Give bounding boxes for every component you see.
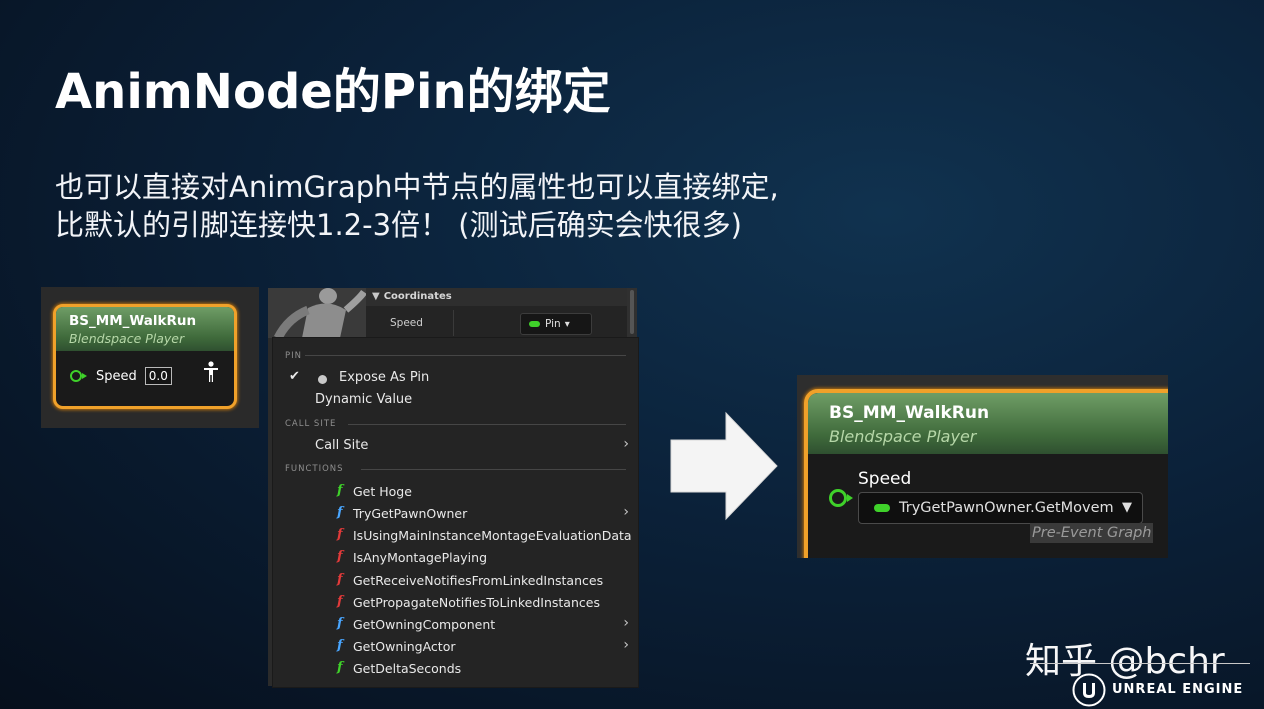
menu-item-call-site[interactable]: Call Site › — [273, 435, 638, 457]
subtitle-line-1: 也可以直接对AnimGraph中节点的属性也可以直接绑定, — [55, 170, 779, 204]
property-name: Speed — [390, 317, 423, 329]
menu-divider — [348, 424, 626, 425]
section-title: Coordinates — [383, 291, 452, 302]
chevron-down-icon: ▾ — [564, 319, 570, 330]
node-header: BS_MM_WalkRun Blendspace Player — [56, 307, 234, 351]
watermark-divider — [1030, 663, 1250, 664]
arrow-right-icon — [670, 411, 778, 521]
pin-circle-icon[interactable] — [829, 489, 847, 507]
menu-item-label: Expose As Pin — [339, 370, 430, 385]
function-label: Get Hoge — [353, 484, 412, 499]
person-icon[interactable] — [202, 361, 220, 383]
menu-item-dynamic-value[interactable]: Dynamic Value — [273, 389, 638, 411]
menu-divider — [361, 469, 626, 470]
node-subtitle: Blendspace Player — [829, 427, 977, 446]
slide-title: AnimNode的Pin的绑定 — [55, 64, 611, 120]
subtitle-line-2: 比默认的引脚连接快1.2-3倍！ (测试后确实会快很多) — [55, 208, 742, 242]
function-item-get-owning-actor[interactable]: f GetOwningActor › — [273, 636, 638, 658]
function-item-get-owning-component[interactable]: f GetOwningComponent › — [273, 614, 638, 636]
pin-label: Speed — [858, 469, 912, 489]
function-icon: f — [337, 527, 343, 542]
function-label: GetOwningActor — [353, 639, 456, 654]
pin-combo-label: Pin — [545, 318, 561, 330]
details-grid: ▼ Coordinates Speed Pin ▾ — [366, 288, 627, 338]
menu-item-label: Dynamic Value — [315, 392, 413, 407]
function-icon: f — [337, 594, 343, 609]
checkmark-icon: ✔ — [289, 369, 300, 384]
function-item-is-any-montage-playing[interactable]: f IsAnyMontagePlaying — [273, 547, 638, 569]
function-icon: f — [337, 660, 343, 675]
watermark: 知乎 @bchr — [1025, 641, 1225, 682]
left-node-panel: BS_MM_WalkRun Blendspace Player Speed 0.… — [41, 287, 259, 428]
blendspace-node-bound[interactable]: BS_MM_WalkRun Blendspace Player Speed Tr… — [804, 389, 1168, 558]
menu-section-pin: PIN — [285, 351, 302, 361]
collapse-triangle-icon[interactable]: ▼ — [372, 291, 380, 302]
slide-subtitle: 也可以直接对AnimGraph中节点的属性也可以直接绑定, 比默认的引脚连接快1… — [55, 168, 779, 244]
function-label: IsUsingMainInstanceMontageEvaluationData — [353, 528, 632, 543]
function-icon: f — [337, 483, 343, 498]
node-title: BS_MM_WalkRun — [69, 313, 197, 329]
node-title: BS_MM_WalkRun — [829, 403, 990, 423]
chevron-right-icon: › — [623, 637, 629, 653]
chevron-right-icon: › — [623, 504, 629, 520]
right-node-panel: BS_MM_WalkRun Blendspace Player Speed Tr… — [797, 375, 1168, 558]
speed-pin-row: Speed 0.0 — [70, 367, 172, 385]
function-item-get-receive-notifies[interactable]: f GetReceiveNotifiesFromLinkedInstances — [273, 570, 638, 592]
node-header: BS_MM_WalkRun Blendspace Player — [808, 393, 1168, 454]
binding-combo-button[interactable]: TryGetPawnOwner.GetMovem ▼ — [858, 492, 1143, 524]
radio-dot-icon — [318, 375, 327, 384]
function-item-get-delta-seconds[interactable]: f GetDeltaSeconds — [273, 658, 638, 680]
function-icon: f — [337, 616, 343, 631]
function-label: TryGetPawnOwner — [353, 506, 468, 521]
function-item-is-using-main-instance[interactable]: f IsUsingMainInstanceMontageEvaluationDa… — [273, 525, 638, 547]
node-subtitle: Blendspace Player — [69, 331, 185, 346]
function-label: GetReceiveNotifiesFromLinkedInstances — [353, 573, 604, 588]
blendspace-node-small[interactable]: BS_MM_WalkRun Blendspace Player Speed 0.… — [53, 304, 237, 409]
function-icon: f — [337, 638, 343, 653]
menu-item-label: Call Site — [315, 438, 369, 453]
function-label: GetPropagateNotifiesToLinkedInstances — [353, 595, 600, 610]
function-icon: f — [337, 572, 343, 587]
pin-value-field[interactable]: 0.0 — [144, 367, 172, 385]
pin-circle-icon[interactable] — [70, 370, 82, 382]
pin-combo-button[interactable]: Pin ▾ — [520, 313, 592, 335]
chevron-right-icon: › — [623, 436, 629, 452]
function-item-get-propagate-notifies[interactable]: f GetPropagateNotifiesToLinkedInstances — [273, 592, 638, 614]
binding-tooltip: Pre-Event Graph — [1030, 523, 1154, 543]
function-item-get-hoge[interactable]: f Get Hoge — [273, 481, 638, 503]
menu-section-call-site: CALL SITE — [285, 419, 337, 429]
green-pill-icon — [874, 504, 890, 512]
property-divider — [453, 310, 454, 336]
menu-item-expose-as-pin[interactable]: ✔ Expose As Pin — [273, 367, 638, 389]
function-label: GetDeltaSeconds — [353, 661, 462, 676]
binding-context-menu: PIN ✔ Expose As Pin Dynamic Value CALL S… — [272, 337, 639, 688]
function-icon: f — [337, 505, 343, 520]
speed-property-row: Speed Pin ▾ — [366, 310, 627, 336]
chevron-right-icon: › — [623, 615, 629, 631]
chevron-down-icon: ▼ — [1122, 500, 1132, 515]
coordinates-section-header[interactable]: ▼ Coordinates — [366, 288, 627, 306]
details-scrollbar[interactable] — [627, 288, 637, 338]
function-label: IsAnyMontagePlaying — [353, 550, 488, 565]
green-pill-icon — [529, 321, 540, 327]
unreal-engine-wordmark: UNREAL ENGINE — [1112, 682, 1244, 697]
mannequin-thumbnail — [268, 288, 366, 338]
menu-divider — [305, 355, 626, 356]
function-icon: f — [337, 549, 343, 564]
function-item-try-get-pawn-owner[interactable]: f TryGetPawnOwner › — [273, 503, 638, 525]
function-label: GetOwningComponent — [353, 617, 496, 632]
pin-label: Speed — [96, 368, 137, 384]
menu-section-functions: FUNCTIONS — [285, 464, 344, 474]
unreal-engine-logo-icon — [1072, 673, 1106, 707]
binding-value: TryGetPawnOwner.GetMovem — [899, 500, 1114, 516]
